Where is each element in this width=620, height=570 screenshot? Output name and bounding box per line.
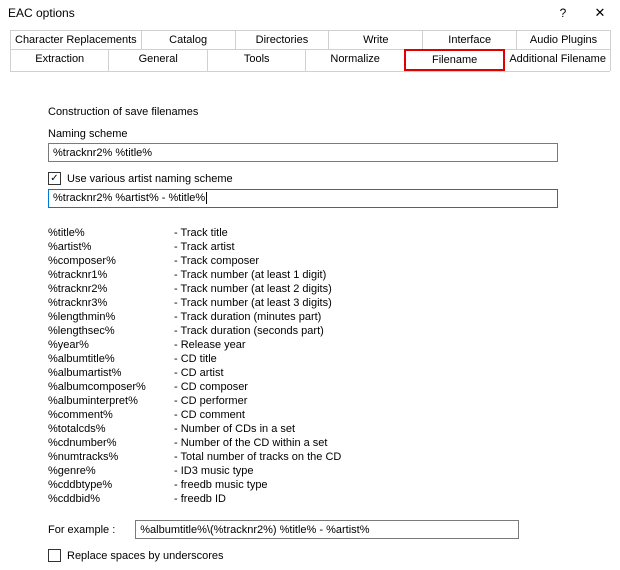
token-description: Track duration (minutes part): [174, 310, 590, 324]
titlebar: EAC options ? ✕: [0, 0, 620, 26]
token-reference-list: %title%Track title%artist%Track artist%c…: [48, 226, 590, 506]
token-description: Release year: [174, 338, 590, 352]
token-description: Track duration (seconds part): [174, 324, 590, 338]
tab-extraction[interactable]: Extraction: [10, 49, 109, 71]
token-key: %comment%: [48, 408, 174, 422]
token-key: %tracknr1%: [48, 268, 174, 282]
text-caret-icon: [206, 192, 207, 204]
va-checkbox-label: Use various artist naming scheme: [67, 173, 233, 185]
tab-interface[interactable]: Interface: [422, 30, 517, 49]
token-key: %lengthsec%: [48, 324, 174, 338]
example-input[interactable]: [135, 520, 519, 539]
token-key: %albumtitle%: [48, 352, 174, 366]
token-description: freedb ID: [174, 492, 590, 506]
naming-scheme-input[interactable]: [48, 143, 558, 162]
tab-additional-filename[interactable]: Additional Filename: [504, 49, 611, 71]
token-key: %numtracks%: [48, 450, 174, 464]
token-description: Track number (at least 2 digits): [174, 282, 590, 296]
token-key: %lengthmin%: [48, 310, 174, 324]
token-description: Total number of tracks on the CD: [174, 450, 590, 464]
token-description: freedb music type: [174, 478, 590, 492]
tabs-container: Character ReplacementsCatalogDirectories…: [10, 30, 610, 72]
token-key: %cdnumber%: [48, 436, 174, 450]
token-key: %year%: [48, 338, 174, 352]
token-key: %totalcds%: [48, 422, 174, 436]
token-key: %albumartist%: [48, 366, 174, 380]
help-button[interactable]: ?: [546, 0, 580, 26]
va-naming-input[interactable]: %tracknr2% %artist% - %title%: [48, 189, 558, 208]
tab-character-replacements[interactable]: Character Replacements: [10, 30, 142, 49]
tab-row-1: Character ReplacementsCatalogDirectories…: [10, 30, 610, 49]
tab-catalog[interactable]: Catalog: [141, 30, 236, 49]
token-key: %artist%: [48, 240, 174, 254]
token-key: %tracknr2%: [48, 282, 174, 296]
tab-write[interactable]: Write: [328, 30, 423, 49]
token-description: Track number (at least 3 digits): [174, 296, 590, 310]
section-construction-title: Construction of save filenames: [48, 106, 590, 118]
token-description: CD artist: [174, 366, 590, 380]
token-description: Track composer: [174, 254, 590, 268]
token-description: Track artist: [174, 240, 590, 254]
token-key: %cddbid%: [48, 492, 174, 506]
token-key: %albuminterpret%: [48, 394, 174, 408]
token-key: %tracknr3%: [48, 296, 174, 310]
tab-content-filename: Construction of save filenames Naming sc…: [0, 72, 620, 562]
token-description: Track title: [174, 226, 590, 240]
va-checkbox[interactable]: ✓: [48, 172, 61, 185]
replace-spaces-checkbox[interactable]: [48, 549, 61, 562]
token-description: CD comment: [174, 408, 590, 422]
token-key: %albumcomposer%: [48, 380, 174, 394]
va-naming-value: %tracknr2% %artist% - %title%: [53, 192, 205, 204]
token-key: %genre%: [48, 464, 174, 478]
replace-spaces-label: Replace spaces by underscores: [67, 550, 224, 562]
example-label: For example :: [48, 524, 115, 536]
tab-directories[interactable]: Directories: [235, 30, 330, 49]
token-description: Track number (at least 1 digit): [174, 268, 590, 282]
token-description: Number of the CD within a set: [174, 436, 590, 450]
token-key: %cddbtype%: [48, 478, 174, 492]
token-description: ID3 music type: [174, 464, 590, 478]
token-description: CD performer: [174, 394, 590, 408]
close-button[interactable]: ✕: [580, 0, 620, 26]
tab-general[interactable]: General: [108, 49, 207, 71]
token-description: Number of CDs in a set: [174, 422, 590, 436]
naming-scheme-label: Naming scheme: [48, 128, 590, 140]
tab-audio-plugins[interactable]: Audio Plugins: [516, 30, 611, 49]
tab-tools[interactable]: Tools: [207, 49, 306, 71]
window-title: EAC options: [8, 6, 546, 20]
tab-row-2: ExtractionGeneralToolsNormalizeFilenameA…: [10, 49, 610, 71]
token-key: %composer%: [48, 254, 174, 268]
token-key: %title%: [48, 226, 174, 240]
token-description: CD composer: [174, 380, 590, 394]
token-description: CD title: [174, 352, 590, 366]
tab-filename[interactable]: Filename: [404, 49, 505, 71]
tab-normalize[interactable]: Normalize: [305, 49, 404, 71]
